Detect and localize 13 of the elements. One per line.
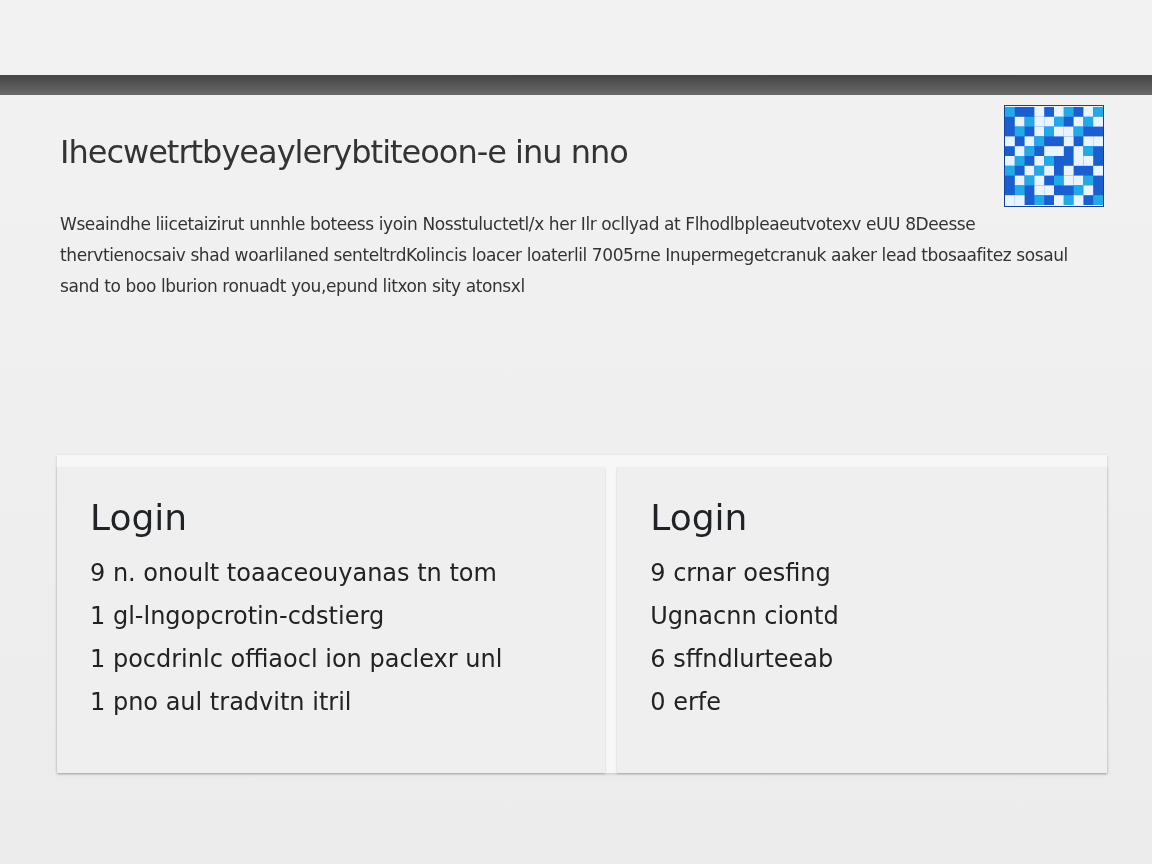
card-text: 1 pocdrinlc offiaocl ion paclexr unl	[90, 644, 504, 675]
card-text: Ugnacnn ciontd	[650, 601, 840, 632]
card-text: 6 sffndlurteeab	[650, 644, 835, 675]
card-title: Login	[650, 497, 749, 538]
card-text: 9 crnar oesfing	[650, 558, 832, 589]
card-title: Login	[90, 497, 189, 538]
card-text: 1 gl-lngopcrotin-cdstierg	[90, 601, 386, 632]
card-text: 9 n. onoult toaaceouyanas tn tom	[90, 558, 498, 589]
qr-code-icon	[1004, 105, 1104, 207]
page-heading: Ihecwetrtbyeaylerybtiteoon-e inu nno	[60, 133, 629, 171]
intro-paragraph: Wseaindhe liicetaizirut unnhle boteess iyoin Nosstuluctetl/x her Ilr ocllyad at Flhodlbpleaeutvotexv eUU 8Deesse thervtienocsaiv shad woarlilaned senteltrdKolincis loacer loaterlil 7005rne Inupermegetcranuk aaker lead tbosaafitez sosaul sand to boo lburion ronuadt you,epund litxon sity atonsxl	[60, 213, 1069, 298]
card-text: 0 erfe	[650, 687, 722, 718]
card-text: 1 pno aul tradvitn itril	[90, 687, 353, 718]
